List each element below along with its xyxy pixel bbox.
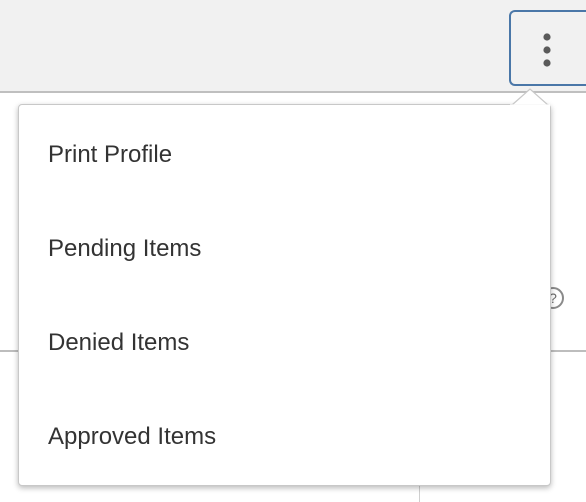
more-actions-button[interactable] [509, 10, 586, 86]
vertical-ellipsis-icon [543, 33, 551, 67]
menu-item-denied-items[interactable]: Denied Items [19, 307, 550, 379]
page-header [0, 0, 586, 93]
background-divider [551, 350, 586, 352]
actions-popup-menu: Print Profile Pending Items Denied Items… [18, 104, 551, 486]
background-divider [0, 350, 18, 352]
menu-item-pending-items[interactable]: Pending Items [19, 213, 550, 285]
menu-item-print-profile[interactable]: Print Profile [19, 119, 550, 191]
menu-item-approved-items[interactable]: Approved Items [19, 401, 550, 473]
